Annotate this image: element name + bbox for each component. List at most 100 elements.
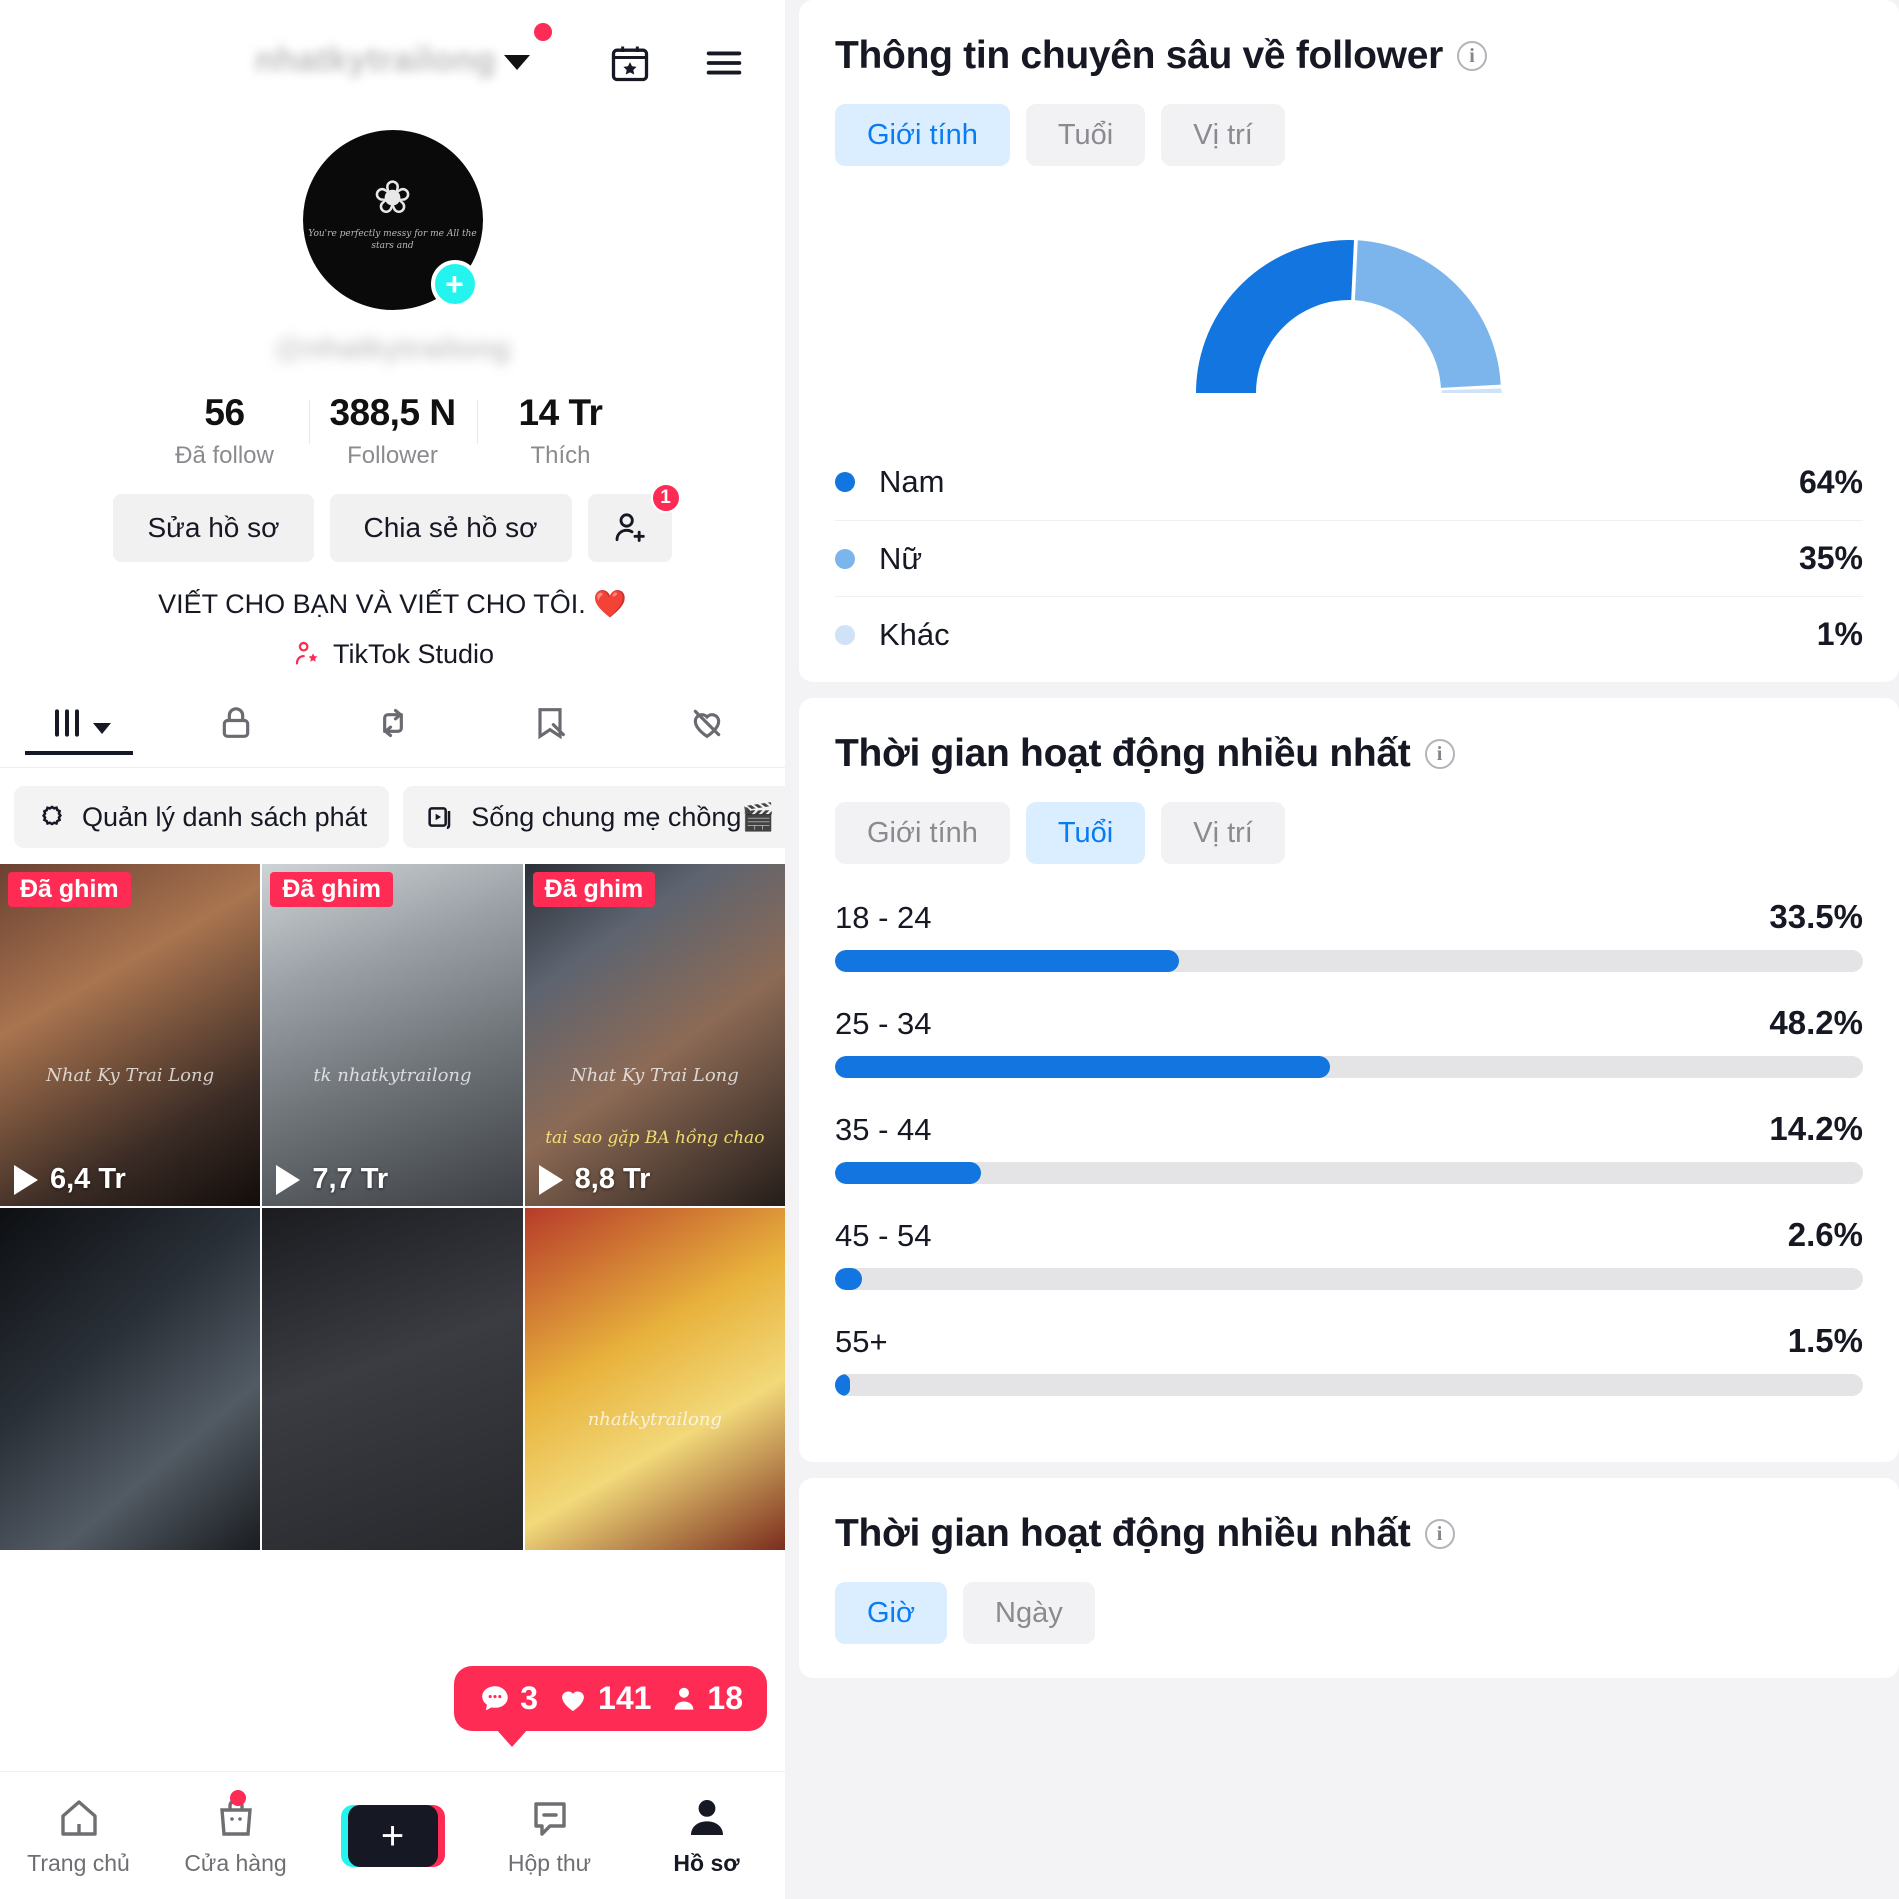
video-cell[interactable]: Đã ghim Nhat Ky Trai Long tai sao gặp BA… (524, 864, 785, 1206)
username-text: nhatkytrailong (254, 40, 497, 79)
nav-label: Trang chủ (27, 1850, 130, 1876)
notification-dot (534, 22, 553, 41)
chevron-down-icon (504, 54, 531, 70)
tab-age[interactable]: Tuổi (1025, 104, 1146, 166)
tiktok-studio-link[interactable]: TikTok Studio (0, 638, 785, 670)
share-profile-button[interactable]: Chia sẻ hồ sơ (329, 494, 572, 562)
tab-location[interactable]: Vị trí (1161, 802, 1285, 864)
bar-value: 2.6% (1787, 1216, 1863, 1253)
stat-value: 56 (204, 392, 245, 433)
bar-fill (835, 1374, 851, 1396)
video-cell[interactable]: Đã ghim Nhat Ky Trai Long 6,4 Tr (0, 864, 261, 1206)
nav-profile[interactable]: Hồ sơ (628, 1794, 785, 1877)
legend-label: Nam (879, 464, 945, 499)
chip-manage-playlists[interactable]: Quản lý danh sách phát (14, 786, 390, 848)
tab-age[interactable]: Tuổi (1025, 802, 1146, 864)
legend-dot-nam (835, 472, 855, 492)
bar-track (835, 1374, 1863, 1396)
gauge-slice-khac (1441, 388, 1502, 393)
tab-private[interactable] (157, 692, 314, 754)
tab-saved[interactable] (471, 692, 628, 754)
chip-playlist-song-chung-me-chong[interactable]: Sống chung mẹ chồng🎬 (403, 786, 785, 848)
tab-location[interactable]: Vị trí (1161, 104, 1285, 166)
stat-label: Follower (347, 442, 438, 469)
tab-posts[interactable] (0, 692, 157, 754)
video-views: 6,4 Tr (14, 1163, 126, 1196)
tab-hour[interactable]: Giờ (835, 1582, 948, 1644)
add-avatar-plus-icon[interactable]: + (430, 260, 479, 308)
playlist-stack-icon (428, 807, 451, 830)
tab-liked[interactable] (628, 692, 785, 754)
video-cell[interactable]: Đã ghim tk nhatkytrailong 7,7 Tr (262, 864, 523, 1206)
stat-followers[interactable]: 388,5 N Follower (308, 392, 477, 470)
play-icon (14, 1164, 38, 1195)
legend-row-khac: Khác 1% (835, 596, 1863, 672)
profile-bio: VIẾT CHO BẠN VÀ VIẾT CHO TÔI. ❤️ (158, 589, 627, 619)
studio-label: TikTok Studio (332, 638, 495, 669)
bar-label: 55+ (835, 1324, 888, 1359)
views-count: 8,8 Tr (574, 1163, 651, 1195)
tab-reposts[interactable] (314, 692, 471, 754)
bar-value: 48.2% (1769, 1004, 1863, 1041)
follower-insights-card: Thông tin chuyên sâu về follower i Giới … (799, 0, 1899, 682)
home-icon (60, 1800, 97, 1836)
creator-rewards-icon[interactable] (607, 40, 653, 86)
profile-topbar: nhatkytrailong (0, 0, 785, 120)
video-cell[interactable]: nhatkytrailong (524, 1208, 785, 1550)
bar-label: 45 - 54 (835, 1218, 932, 1253)
playlist-gear-icon (42, 805, 62, 826)
card-header: Thông tin chuyên sâu về follower i (835, 34, 1863, 78)
nav-home[interactable]: Trang chủ (0, 1794, 157, 1877)
heart-icon (562, 1691, 584, 1711)
card-title-text: Thời gian hoạt động nhiều nhất (835, 732, 1411, 775)
bar-row: 45 - 54 2.6% (835, 1216, 1863, 1290)
most-active-age-card: Thời gian hoạt động nhiều nhất i Giới tí… (799, 698, 1899, 1462)
nav-inbox[interactable]: Hộp thư (471, 1794, 628, 1877)
engagement-popup[interactable]: 3 141 18 (454, 1666, 767, 1747)
bar-label: 35 - 44 (835, 1112, 932, 1147)
comments-count: 3 (520, 1680, 539, 1716)
info-icon[interactable]: i (1456, 41, 1487, 71)
profile-actions: Sửa hồ sơ Chia sẻ hồ sơ 1 (0, 483, 785, 562)
gender-legend: Nam 64% Nữ 35% Khác 1% (835, 444, 1863, 672)
rose-icon: ❀ (373, 171, 412, 223)
add-friends-badge: 1 (650, 483, 681, 513)
info-icon[interactable]: i (1424, 1519, 1455, 1549)
viewers-count: 18 (707, 1680, 743, 1716)
views-count: 7,7 Tr (312, 1163, 389, 1195)
stat-following[interactable]: 56 Đã follow (141, 392, 309, 470)
gauge-slice-nam (1196, 240, 1354, 393)
create-plus-icon[interactable]: + (340, 1804, 445, 1867)
tab-gender[interactable]: Giới tính (835, 802, 1010, 864)
bar-row: 25 - 34 48.2% (835, 1004, 1863, 1078)
nav-create[interactable]: + (314, 1804, 471, 1867)
video-cell[interactable] (262, 1208, 523, 1550)
bar-value: 1.5% (1787, 1322, 1863, 1359)
tiktok-profile-panel: nhatkytrailong ❀ You're perfectly messy … (0, 0, 785, 1899)
video-watermark: Nhat Ky Trai Long (570, 1065, 739, 1086)
legend-label: Khác (879, 616, 950, 652)
tab-day[interactable]: Ngày (963, 1582, 1095, 1644)
nav-shop[interactable]: Cửa hàng (157, 1790, 314, 1877)
tab-gender[interactable]: Giới tính (835, 104, 1010, 166)
stat-likes[interactable]: 14 Tr Thích (476, 392, 645, 470)
legend-value: 35% (1798, 540, 1863, 576)
viewers-stat: 18 (669, 1680, 743, 1717)
playlist-chips: Quản lý danh sách phát Sống chung mẹ chồ… (0, 768, 785, 864)
comment-icon (482, 1685, 508, 1710)
avatar[interactable]: ❀ You're perfectly messy for me All the … (302, 130, 483, 310)
avatar-script-text: You're perfectly messy for me All the st… (308, 229, 477, 251)
nav-label: Cửa hàng (184, 1850, 287, 1876)
edit-profile-button[interactable]: Sửa hồ sơ (113, 494, 314, 562)
hamburger-menu-icon[interactable] (701, 40, 747, 86)
video-cell[interactable] (0, 1208, 261, 1550)
legend-dot-khac (835, 624, 855, 645)
liked-hidden-icon (693, 709, 720, 739)
username-switcher[interactable]: nhatkytrailong (254, 22, 553, 80)
comments-stat: 3 (478, 1680, 538, 1717)
bar-track (835, 1268, 1863, 1290)
info-icon[interactable]: i (1424, 739, 1455, 769)
add-friends-button[interactable]: 1 (587, 483, 681, 562)
bar-value: 14.2% (1769, 1110, 1863, 1147)
bar-row: 18 - 24 33.5% (835, 898, 1863, 972)
